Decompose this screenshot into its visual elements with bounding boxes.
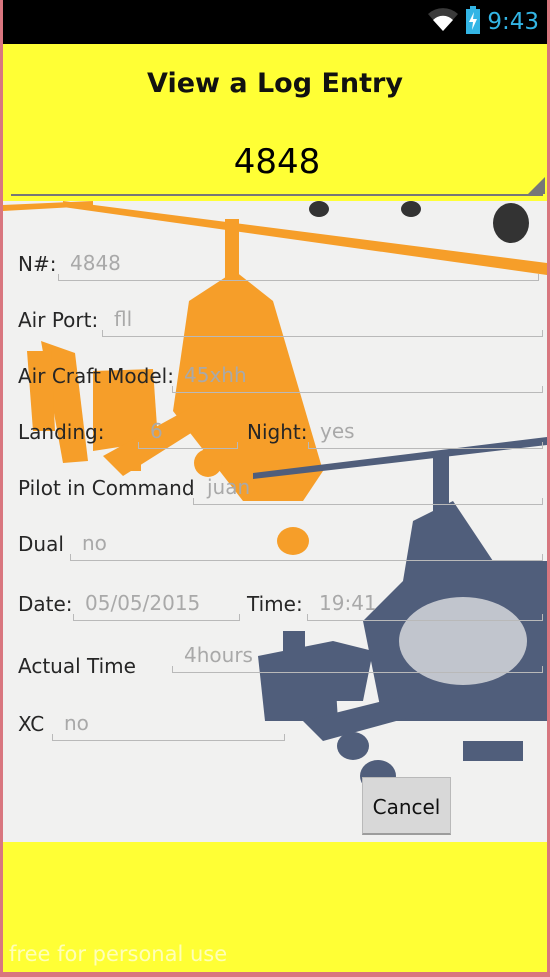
page-title: View a Log Entry: [147, 68, 403, 99]
pilot-in-command-label: Pilot in Command: [18, 476, 195, 500]
app-screen: 9:43 View a Log Entry 4848 N#: 4848 Air …: [3, 0, 547, 972]
night-field[interactable]: yes: [308, 418, 543, 449]
aircraft-model-row: Air Craft Model: 45xhh: [18, 362, 543, 394]
number-field[interactable]: 4848: [58, 250, 539, 281]
number-value: 4848: [70, 251, 121, 275]
airport-value: fll: [114, 307, 133, 331]
landing-value: 6: [150, 419, 163, 443]
xc-label: XC: [18, 712, 45, 736]
landing-label: Landing:: [18, 420, 105, 444]
watermark-text: free for personal use: [9, 942, 228, 966]
pilot-in-command-row: Pilot in Command juan: [18, 474, 543, 506]
actual-time-value: 4hours: [184, 643, 253, 667]
pilot-in-command-value: juan: [207, 475, 251, 499]
pilot-in-command-field[interactable]: juan: [193, 474, 543, 505]
night-value: yes: [320, 419, 355, 443]
actual-time-label: Actual Time: [18, 654, 136, 678]
number-label: N#:: [18, 252, 57, 276]
airport-row: Air Port: fll: [18, 306, 543, 338]
spinner-selected-value: 4848: [233, 142, 321, 182]
actual-time-field[interactable]: 4hours: [172, 642, 543, 673]
aircraft-model-field[interactable]: 45xhh: [172, 362, 543, 393]
time-value: 19:41: [319, 591, 377, 615]
xc-value: no: [64, 711, 89, 735]
airport-label: Air Port:: [18, 308, 99, 332]
clock: 9:43: [487, 9, 539, 35]
dual-label: Dual: [18, 532, 64, 556]
date-time-row: Date: 05/05/2015 Time: 19:41: [18, 590, 543, 622]
aircraft-model-value: 45xhh: [184, 363, 247, 387]
background-illustration: [3, 201, 547, 842]
time-field[interactable]: 19:41: [307, 590, 543, 621]
xc-field[interactable]: no: [52, 710, 285, 741]
wifi-icon: [427, 7, 459, 37]
time-label: Time:: [247, 592, 303, 616]
spinner-arrow-icon: [528, 177, 545, 194]
header-panel: View a Log Entry 4848: [3, 44, 547, 201]
dual-field[interactable]: no: [70, 530, 543, 561]
log-entry-spinner[interactable]: 4848: [11, 136, 545, 196]
aircraft-model-label: Air Craft Model:: [18, 364, 174, 388]
date-label: Date:: [18, 592, 73, 616]
landing-night-row: Landing: 6 Night: yes: [18, 418, 543, 450]
night-label: Night:: [247, 420, 308, 444]
cancel-button[interactable]: Cancel: [362, 777, 451, 835]
date-value: 05/05/2015: [85, 591, 201, 615]
status-bar: 9:43: [3, 0, 547, 44]
actual-time-row: Actual Time 4hours: [18, 642, 543, 682]
footer-panel: free for personal use: [3, 842, 547, 972]
dual-row: Dual no: [18, 530, 543, 562]
number-row: N#: 4848: [18, 250, 543, 282]
date-field[interactable]: 05/05/2015: [73, 590, 240, 621]
xc-row: XC no: [18, 710, 543, 742]
airport-field[interactable]: fll: [102, 306, 543, 337]
landing-field[interactable]: 6: [138, 418, 238, 449]
dual-value: no: [82, 531, 107, 555]
battery-charging-icon: [465, 6, 481, 38]
